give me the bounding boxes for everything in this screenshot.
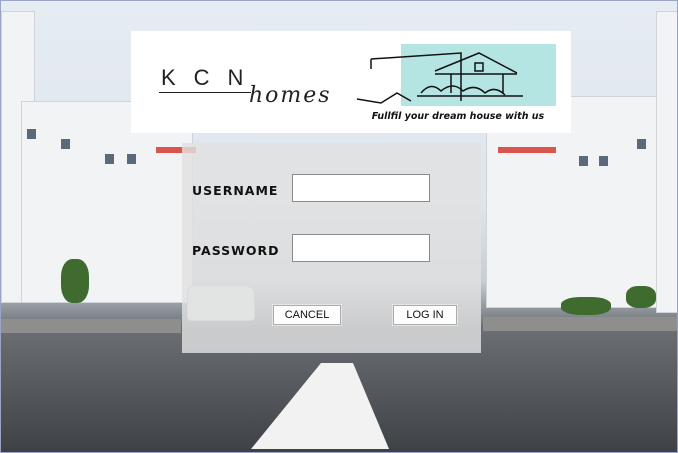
login-button[interactable]: LOG IN: [393, 305, 457, 325]
app-window: KCN homes Fullfil your dream house with …: [0, 0, 678, 453]
username-input[interactable]: [292, 174, 430, 202]
brand-underline: [159, 92, 251, 93]
brand-tagline: Fullfil your dream house with us: [371, 111, 545, 122]
login-panel: USERNAME PASSWORD CANCEL LOG IN: [182, 143, 481, 353]
brand-name: KCN: [161, 65, 262, 90]
password-input[interactable]: [292, 234, 430, 262]
username-label: USERNAME: [192, 183, 279, 198]
brand-script: homes: [249, 83, 332, 108]
house-logo-icon: [356, 52, 523, 104]
password-label: PASSWORD: [192, 243, 280, 258]
cancel-button[interactable]: CANCEL: [273, 305, 341, 325]
logo-banner: KCN homes Fullfil your dream house with …: [131, 31, 571, 133]
